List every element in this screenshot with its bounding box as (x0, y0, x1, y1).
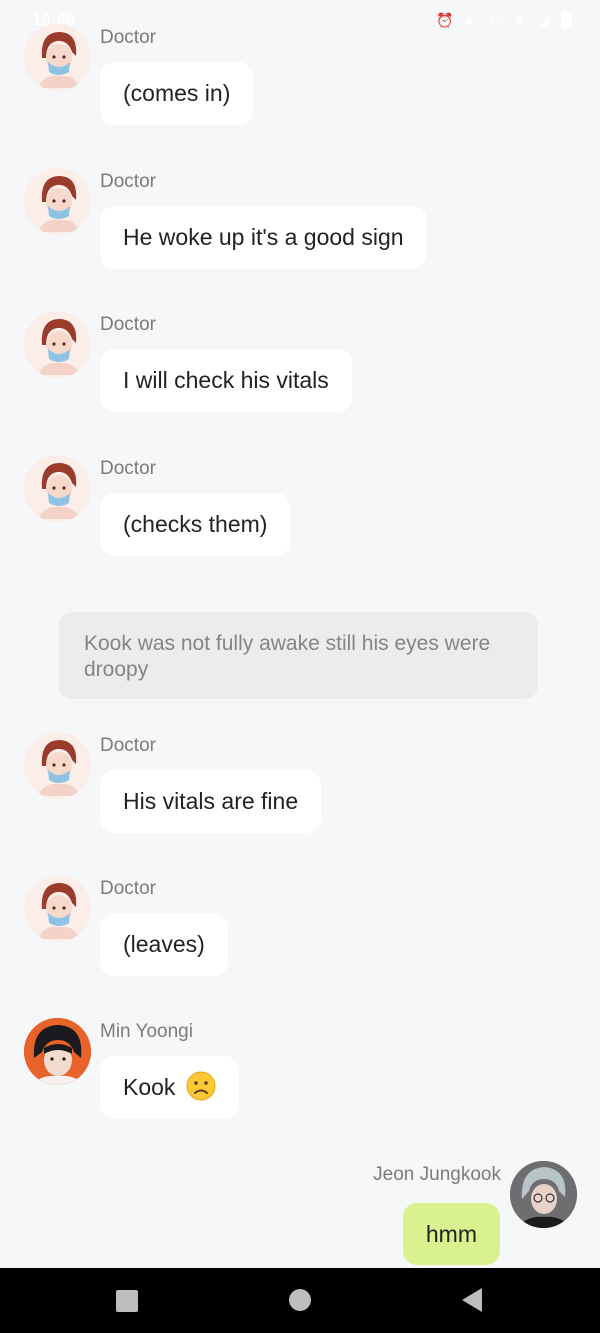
message-bubble[interactable]: (checks them) (100, 493, 291, 556)
sender-name: Jeon Jungkook (373, 1164, 501, 1185)
message-bubble[interactable]: His vitals are fine (100, 770, 322, 833)
square-icon (116, 1290, 138, 1312)
sender-name: Doctor (100, 458, 156, 479)
self-message-bubble[interactable]: hmm (402, 1203, 500, 1265)
back-button[interactable] (460, 1287, 484, 1318)
call-icon: ✆ (488, 12, 500, 28)
sender-name: Doctor (100, 171, 156, 192)
sender-name: Min Yoongi (100, 1021, 193, 1042)
message-text: Kook (123, 1074, 176, 1100)
doctor-avatar[interactable] (24, 875, 91, 942)
vibrate-icon: ◈ (463, 12, 475, 28)
narration-bubble[interactable]: Kook was not fully awake still his eyes … (59, 612, 538, 699)
doctor-avatar[interactable] (24, 455, 91, 522)
battery-icon (561, 11, 572, 29)
message-bubble[interactable]: (leaves) (100, 913, 228, 976)
triangle-back-icon (462, 1288, 482, 1312)
doctor-avatar[interactable] (24, 311, 91, 378)
message-bubble[interactable]: He woke up it's a good sign (100, 206, 427, 269)
jeon-jungkook-avatar[interactable] (510, 1161, 577, 1228)
sender-name: Doctor (100, 314, 156, 335)
doctor-avatar[interactable] (24, 168, 91, 235)
alarm-icon: ⏰ (436, 12, 454, 28)
recents-button[interactable] (115, 1289, 139, 1318)
doctor-avatar[interactable] (24, 24, 91, 91)
min-yoongi-avatar[interactable] (24, 1018, 91, 1085)
circle-icon (289, 1289, 311, 1311)
message-bubble[interactable]: (comes in) (100, 62, 254, 125)
wifi-icon: ▼ (512, 12, 526, 28)
sender-name: Doctor (100, 878, 156, 899)
message-bubble[interactable]: I will check his vitals (100, 349, 352, 412)
sender-name: Doctor (100, 27, 156, 48)
status-bar: 10:40 ⏰ ◈ ✆ ▼ ◢ (0, 0, 600, 40)
sender-name: Doctor (100, 735, 156, 756)
home-button[interactable] (288, 1288, 312, 1317)
navigation-bar (0, 1268, 600, 1333)
doctor-avatar[interactable] (24, 732, 91, 799)
message-bubble[interactable]: Kook (100, 1056, 239, 1119)
signal-icon: ◢ (538, 12, 550, 28)
status-icons: ⏰ ◈ ✆ ▼ ◢ (436, 11, 572, 29)
worried-face-icon (186, 1062, 216, 1101)
